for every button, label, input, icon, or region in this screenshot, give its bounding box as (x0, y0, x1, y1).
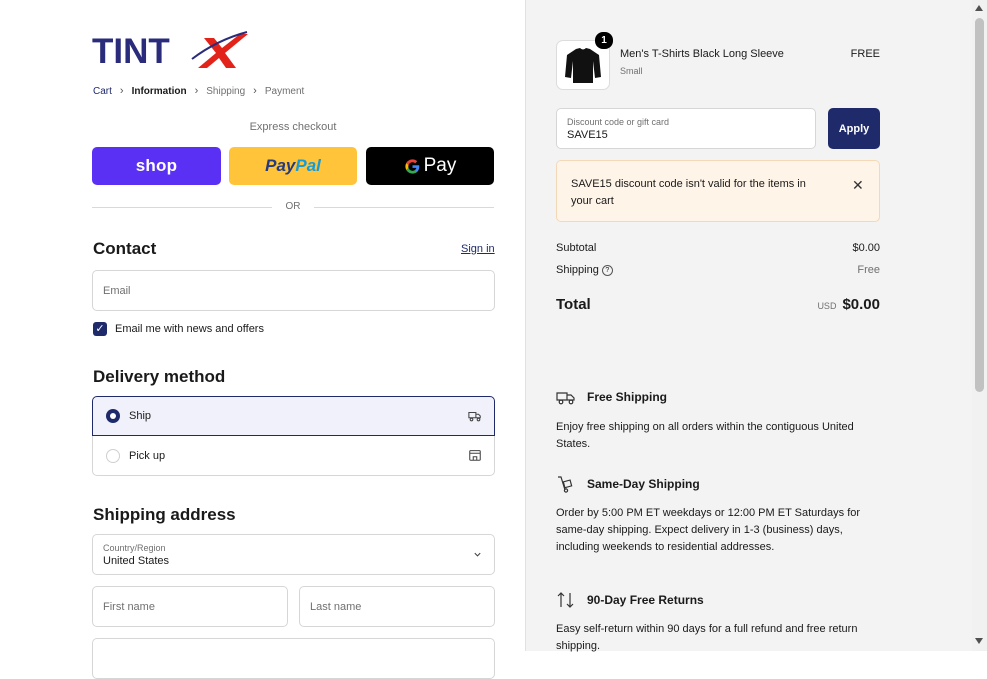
total-value: $0.00 (842, 296, 880, 313)
paypal-label-a: Pay (265, 156, 296, 175)
breadcrumb-cart[interactable]: Cart (93, 86, 112, 97)
radio-unselected[interactable] (106, 448, 120, 463)
shop-pay-button[interactable]: shop (92, 147, 221, 185)
total-currency: USD (817, 301, 837, 311)
last-name-field[interactable]: Last name (299, 586, 495, 627)
delivery-method-heading: Delivery method (93, 367, 226, 386)
shipping-value: Free (857, 264, 880, 276)
google-pay-button[interactable]: Pay (366, 147, 494, 185)
express-checkout-label: Express checkout (249, 121, 337, 133)
chevron-right-icon: › (119, 85, 124, 97)
feature-text-returns: Easy self-return within 90 days for a fu… (556, 623, 858, 652)
truck-icon (556, 392, 575, 405)
breadcrumb-information: Information (131, 85, 187, 97)
google-pay-label: Pay (423, 155, 457, 176)
hand-truck-icon (558, 476, 573, 493)
paypal-button[interactable]: Pay Pal (229, 147, 357, 185)
delivery-option-label: Pick up (129, 449, 166, 462)
paypal-label-b: Pal (295, 156, 321, 175)
email-placeholder: Email (103, 284, 131, 297)
breadcrumb-payment: Payment (264, 85, 305, 97)
radio-selected[interactable] (106, 409, 120, 423)
help-icon[interactable]: ? (601, 264, 613, 276)
checkbox-checked-icon[interactable]: ✓ (93, 322, 107, 336)
country-value: United States (103, 555, 170, 567)
chevron-down-icon (474, 552, 481, 557)
google-g-icon (405, 158, 419, 174)
logo-x-mark (198, 34, 248, 68)
discount-error-banner: SAVE15 discount code isn't valid for the… (556, 160, 880, 222)
delivery-option-label: Ship (129, 410, 152, 422)
breadcrumb: Cart › Information › Shipping › Payment (93, 85, 304, 97)
email-field[interactable]: Email (92, 270, 495, 311)
checkout-form-panel: TINT Cart › Information › Shipping › Pay… (0, 0, 525, 679)
feature-title-same-day: Same-Day Shipping (587, 477, 700, 491)
scroll-up-arrow-icon[interactable] (975, 5, 983, 11)
store-icon (469, 450, 481, 461)
breadcrumb-shipping: Shipping (206, 85, 246, 97)
or-label: OR (285, 201, 301, 212)
discount-error-message: SAVE15 discount code isn't valid for the… (571, 178, 806, 207)
quantity-badge: 1 (595, 32, 613, 49)
shipping-row: Shipping? Free (556, 264, 880, 276)
shipping-label: Shipping (556, 264, 599, 276)
feature-title-returns: 90-Day Free Returns (587, 593, 704, 607)
subtotal-row: Subtotal $0.00 (556, 242, 880, 254)
last-name-placeholder: Last name (310, 600, 362, 613)
truck-icon (468, 411, 481, 422)
product-name: Men's T-Shirts Black Long Sleeve (620, 48, 784, 60)
address-field[interactable] (92, 638, 495, 679)
scrollbar-thumb[interactable] (975, 18, 984, 392)
delivery-option-pickup[interactable]: Pick up (92, 436, 495, 476)
product-price: FREE (850, 48, 880, 60)
delivery-option-ship[interactable]: Ship (92, 396, 495, 436)
page-scrollbar[interactable] (972, 0, 987, 651)
sign-in-link[interactable]: Sign in (461, 243, 495, 255)
feature-text-free-shipping: Enjoy free shipping on all orders within… (556, 421, 854, 450)
contact-heading: Contact (93, 239, 157, 258)
subtotal-value: $0.00 (852, 242, 880, 254)
total-label: Total (556, 296, 591, 313)
chevron-right-icon: › (253, 85, 257, 97)
apply-discount-button[interactable]: Apply (828, 108, 880, 149)
feature-title-free-shipping: Free Shipping (587, 390, 668, 404)
apply-label: Apply (838, 122, 870, 135)
logo-text: TINT (92, 32, 170, 71)
brand-logo[interactable]: TINT (92, 28, 252, 72)
first-name-placeholder: First name (103, 600, 155, 613)
discount-code-field[interactable]: Discount code or gift card SAVE15 (556, 108, 816, 149)
newsletter-label: Email me with news and offers (115, 323, 264, 335)
subtotal-label: Subtotal (556, 242, 597, 254)
or-divider: OR (92, 200, 494, 214)
shop-pay-label: shop (135, 156, 178, 175)
scroll-down-arrow-icon[interactable] (975, 638, 983, 644)
chevron-right-icon: › (194, 85, 199, 97)
country-label: Country/Region (103, 543, 166, 553)
total-row: Total USD $0.00 (556, 296, 880, 313)
shipping-address-heading: Shipping address (93, 505, 236, 524)
newsletter-option[interactable]: ✓ Email me with news and offers (93, 322, 264, 336)
first-name-field[interactable]: First name (92, 586, 288, 627)
swap-arrows-icon (557, 592, 574, 608)
country-select[interactable]: Country/Region United States (92, 534, 495, 575)
product-variant: Small (620, 66, 643, 76)
feature-text-same-day: Order by 5:00 PM ET weekdays or 12:00 PM… (556, 507, 861, 553)
discount-label: Discount code or gift card (567, 117, 670, 127)
close-icon[interactable]: ✕ (852, 177, 864, 194)
discount-value: SAVE15 (567, 129, 608, 141)
